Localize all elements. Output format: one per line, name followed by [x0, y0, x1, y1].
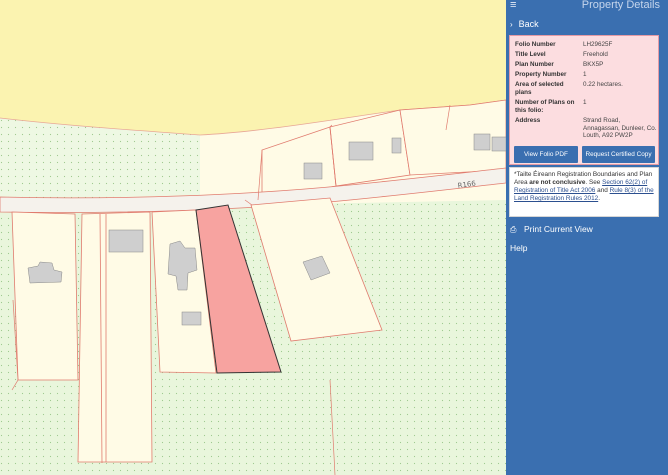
detail-key: Area of selected plans: [515, 81, 564, 96]
detail-value: 0.22 hectares.: [583, 81, 623, 88]
print-current-view-button[interactable]: ⎙ Print Current View: [510, 223, 593, 236]
menu-icon[interactable]: ≡: [510, 0, 516, 11]
folio-details-box: Folio Number LH29625F Title Level Freeho…: [509, 35, 659, 165]
map-view[interactable]: R166: [0, 0, 506, 475]
back-button[interactable]: › Back: [506, 16, 668, 32]
building-8: [391, 137, 402, 154]
notice-middle: . See: [585, 179, 603, 186]
printer-icon: ⎙: [510, 225, 517, 234]
detail-key: Folio Number: [515, 41, 556, 48]
notice-end: .: [598, 195, 600, 202]
building-4: [181, 311, 202, 326]
chevron-right-icon: ›: [510, 20, 513, 29]
help-link[interactable]: Help: [510, 242, 527, 254]
building-7: [348, 141, 374, 161]
notice-and: and: [595, 187, 610, 194]
detail-key: Address: [515, 117, 541, 124]
detail-value: 1: [583, 99, 587, 106]
building-9: [473, 133, 491, 151]
detail-value: Freehold: [583, 51, 608, 58]
print-label: Print Current View: [524, 224, 593, 234]
panel-header: ≡ Property Details: [506, 0, 668, 12]
parcel-south-1: [11, 211, 79, 381]
building-10: [491, 136, 506, 152]
detail-key: Plan Number: [515, 61, 554, 68]
view-folio-pdf-button[interactable]: View Folio PDF: [514, 146, 578, 163]
detail-value: LH29625F: [583, 41, 613, 48]
detail-key: Title Level: [515, 51, 546, 58]
detail-value: 1: [583, 71, 587, 78]
detail-key: Number of Plans on this folio:: [515, 99, 575, 114]
disclaimer-notice: *Tailte Éireann Registration Boundaries …: [509, 167, 659, 217]
property-details-panel: ≡ Property Details › Back Folio Number LH…: [506, 0, 668, 475]
building-1: [108, 229, 144, 253]
panel-title: Property Details: [581, 0, 660, 11]
notice-bold: are not conclusive: [529, 179, 586, 186]
detail-value: BKX5P: [583, 61, 604, 68]
detail-key: Property Number: [515, 71, 567, 78]
request-certified-copy-button[interactable]: Request Certified Copy: [582, 146, 655, 163]
map-canvas[interactable]: R166: [0, 0, 506, 475]
detail-value: Strand Road, Annagassan, Dunleer, Co. Lo…: [583, 117, 657, 139]
building-6: [303, 162, 323, 180]
back-label: Back: [518, 19, 539, 29]
